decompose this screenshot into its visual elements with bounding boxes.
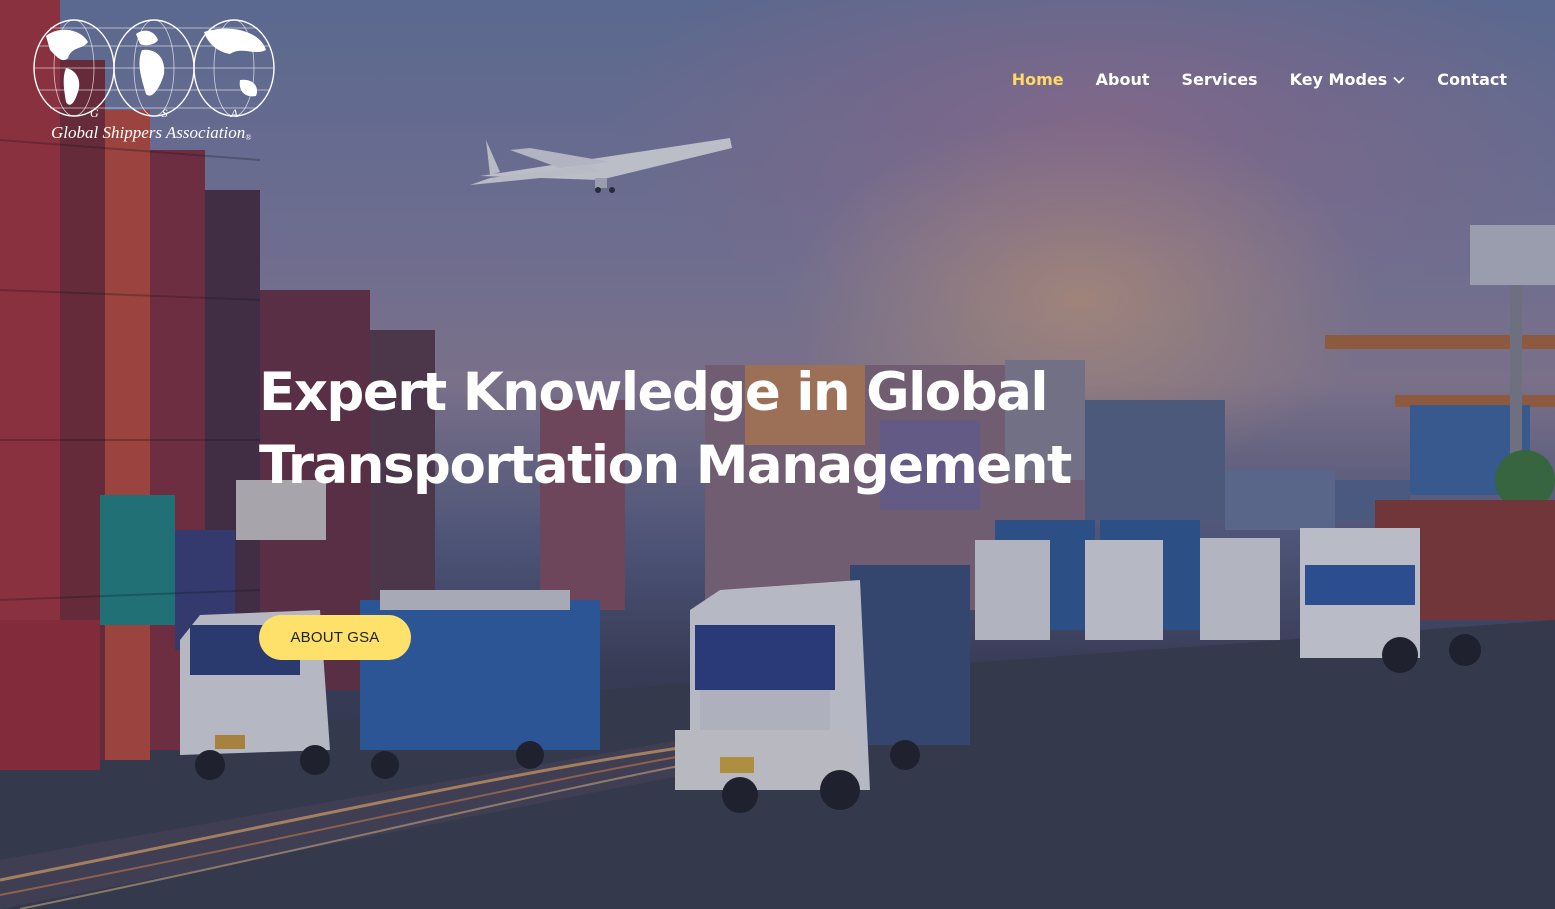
nav-item-key-modes[interactable]: Key Modes — [1290, 68, 1406, 92]
logo-letter: S — [161, 106, 170, 120]
nav-item-label: Services — [1181, 70, 1258, 89]
nav-item-label: Contact — [1437, 70, 1507, 89]
nav-item-contact[interactable]: Contact — [1437, 68, 1507, 92]
gsa-logo[interactable]: G S A Global Shippers Association® — [32, 16, 277, 144]
hero-section: G S A Global Shippers Association® Home … — [0, 0, 1555, 909]
logo-letters: G S A — [90, 106, 240, 121]
nav-item-services[interactable]: Services — [1182, 68, 1258, 92]
logo-wordmark: Global Shippers Association® — [51, 123, 251, 143]
main-nav: Home About Services Key Modes Contact — [1012, 68, 1507, 92]
nav-item-label: Key Modes — [1289, 70, 1388, 89]
logo-letter: A — [230, 106, 240, 120]
registered-mark: ® — [245, 133, 252, 142]
nav-item-label: About — [1095, 70, 1150, 89]
about-gsa-button[interactable]: ABOUT GSA — [259, 615, 411, 660]
logo-name: Global Shippers Association — [51, 123, 246, 142]
logo-letter: G — [90, 106, 101, 120]
hero-headline: Expert Knowledge in Global Transportatio… — [259, 362, 1072, 496]
nav-item-home[interactable]: Home — [1012, 68, 1064, 92]
chevron-down-icon[interactable] — [1393, 76, 1405, 84]
nav-item-label: Home — [1011, 70, 1064, 89]
nav-item-about[interactable]: About — [1096, 68, 1150, 92]
